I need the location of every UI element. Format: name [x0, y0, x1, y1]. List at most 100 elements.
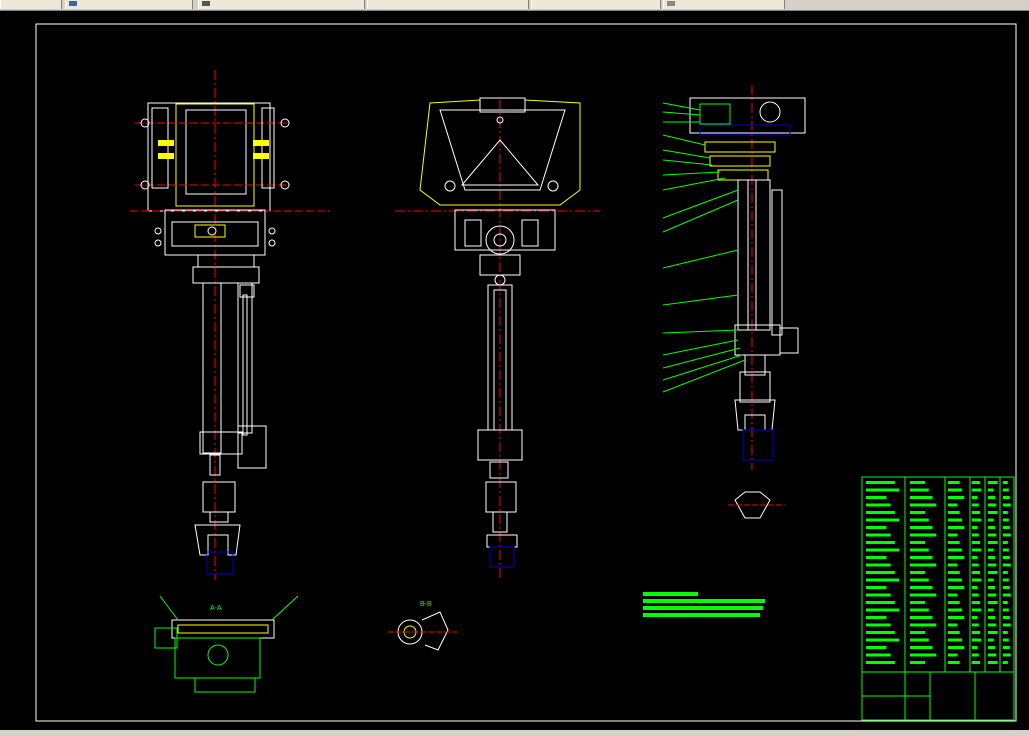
- parts-list-cell: [972, 541, 980, 544]
- parts-list-cell: [948, 511, 960, 514]
- parts-list-cell: [910, 503, 937, 507]
- parts-list-cell: [972, 488, 982, 492]
- parts-list-cell: [972, 548, 982, 552]
- parts-list-cell: [1003, 616, 1010, 619]
- parts-list-cell: [1003, 638, 1009, 642]
- parts-list-cell: [972, 526, 978, 529]
- parts-list-cell: [988, 578, 994, 582]
- parts-list-cell: [988, 533, 997, 537]
- parts-list-cell: [988, 646, 995, 649]
- parts-list-cell: [1003, 503, 1011, 507]
- parts-list-cell: [948, 623, 958, 627]
- parts-list-cell: [972, 556, 978, 559]
- parts-list-cell: [988, 586, 995, 589]
- parts-list-cell: [972, 578, 982, 582]
- document-tab[interactable]: [531, 0, 661, 9]
- document-tab[interactable]: [663, 0, 785, 9]
- side-view: [395, 97, 600, 580]
- parts-list-cell: [866, 586, 887, 589]
- cad-drawing-canvas[interactable]: A-A B-B: [0, 10, 1029, 736]
- section-aa-label: A-A: [210, 605, 222, 612]
- parts-list-cell: [1003, 623, 1011, 627]
- parts-list-cell: [866, 556, 887, 559]
- parts-list-cell: [866, 571, 895, 574]
- parts-list-cell: [910, 533, 937, 537]
- parts-list-cell: [866, 653, 891, 657]
- parts-list-cell: [866, 623, 891, 627]
- document-tab[interactable]: [198, 0, 365, 9]
- parts-list-cell: [910, 563, 937, 567]
- document-icon: [69, 1, 77, 6]
- parts-list-cell: [988, 631, 998, 634]
- parts-list-cell: [948, 586, 965, 589]
- parts-list-cell: [1003, 646, 1010, 649]
- section-b-b: B-B: [388, 601, 458, 651]
- document-tab[interactable]: [0, 0, 62, 9]
- parts-list-cell: [972, 623, 979, 627]
- parts-list-cell: [972, 646, 978, 649]
- parts-list-cell: [910, 556, 933, 559]
- parts-list-cell: [910, 623, 937, 627]
- parts-list-cell: [1003, 631, 1008, 634]
- parts-list-cell: [1003, 481, 1008, 484]
- document-tab[interactable]: [367, 0, 529, 9]
- parts-list-cell: [910, 616, 933, 619]
- parts-list-cell: [910, 496, 933, 499]
- parts-list-cell: [910, 653, 937, 657]
- parts-list-cell: [866, 488, 900, 492]
- parts-list-cell: [866, 593, 891, 597]
- parts-list-cell: [866, 548, 900, 552]
- parts-list-cell: [866, 608, 900, 612]
- parts-list-cell: [866, 563, 891, 567]
- parts-list-cell: [1003, 496, 1010, 499]
- parts-list-cell: [948, 526, 965, 529]
- parts-list-cell: [1003, 563, 1011, 567]
- parts-list-cell: [972, 601, 980, 604]
- parts-list-cell: [866, 578, 900, 582]
- detail-view: [728, 491, 785, 519]
- parts-list-cell: [988, 481, 998, 484]
- parts-list-cell: [866, 511, 895, 514]
- parts-list-cell: [988, 511, 998, 514]
- parts-list-cell: [948, 578, 962, 582]
- document-icon: [202, 1, 210, 6]
- parts-list-cell: [910, 511, 925, 514]
- parts-list-cell: [948, 616, 965, 619]
- technical-notes: [643, 592, 765, 617]
- parts-list-cell: [866, 503, 891, 507]
- parts-list-cell: [948, 533, 958, 537]
- parts-list-cell: [948, 653, 958, 657]
- parts-list-cell: [948, 593, 958, 597]
- parts-list-cell: [988, 488, 994, 492]
- parts-list-cell: [910, 578, 929, 582]
- parts-list-cell: [988, 556, 995, 559]
- parts-list-cell: [948, 631, 960, 634]
- parts-list-cell: [1003, 578, 1009, 582]
- parts-list-cell: [972, 496, 978, 499]
- parts-list-cell: [910, 661, 925, 664]
- parts-list-cell: [1003, 608, 1009, 612]
- parts-list-cell: [972, 608, 982, 612]
- section-a-a: A-A: [154, 595, 299, 693]
- parts-list-cell: [866, 481, 895, 484]
- parts-list-cell: [866, 616, 887, 619]
- parts-list-cell: [1003, 548, 1009, 552]
- document-tab[interactable]: [65, 0, 193, 9]
- parts-list-cell: [866, 496, 887, 499]
- parts-list-cell: [972, 518, 982, 522]
- parts-list-cell: [988, 593, 997, 597]
- parts-list-cell: [1003, 533, 1011, 537]
- parts-list-cell: [1003, 586, 1010, 589]
- parts-list-cell: [988, 496, 995, 499]
- parts-list-cell: [866, 646, 887, 649]
- parts-list-cell: [972, 638, 982, 642]
- title-block: [861, 476, 1015, 721]
- parts-list-cell: [948, 488, 962, 492]
- parts-list-cell: [988, 653, 997, 657]
- parts-list-cell: [972, 631, 980, 634]
- parts-list-cell: [988, 638, 994, 642]
- parts-list-cell: [948, 503, 958, 507]
- parts-list-cell: [972, 571, 980, 574]
- parts-list-cell: [948, 646, 965, 649]
- parts-list-cell: [948, 541, 960, 544]
